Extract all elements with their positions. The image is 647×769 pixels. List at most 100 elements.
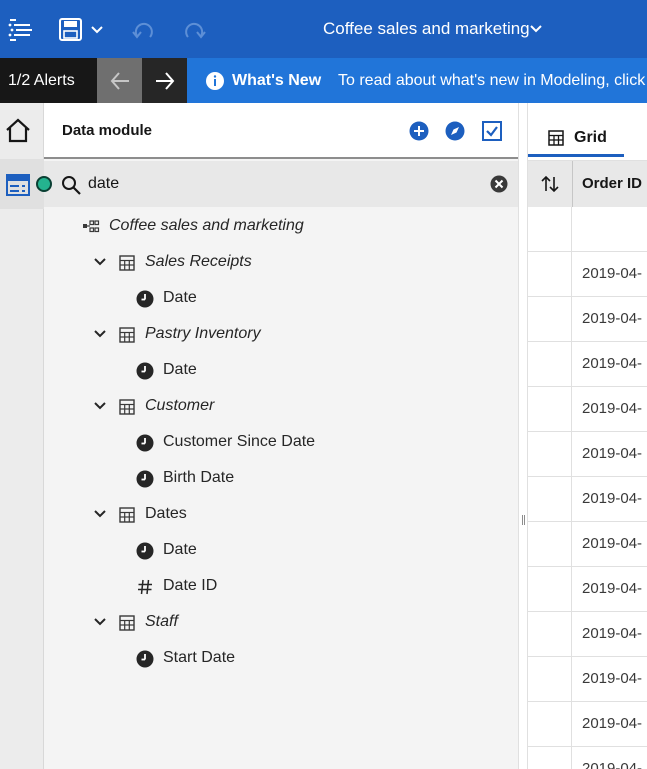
model-icon	[83, 220, 100, 233]
table-row[interactable]: 2019-04-	[528, 252, 647, 297]
redo-icon[interactable]	[182, 19, 208, 43]
module-title[interactable]: Coffee sales and marketing	[323, 19, 530, 39]
order-id-cell: 2019-04-	[582, 580, 643, 597]
alerts-count[interactable]: 1/2 Alerts	[0, 58, 97, 103]
left-rail	[0, 103, 52, 769]
table-row[interactable]: 2019-04-	[528, 522, 647, 567]
tree-field-label: Date	[163, 289, 197, 306]
tree-field[interactable]: Date	[44, 533, 518, 569]
tree-table[interactable]: Pastry Inventory	[44, 317, 518, 353]
row-number-cell	[528, 657, 572, 702]
tree-field[interactable]: Date	[44, 281, 518, 317]
column-separator	[572, 161, 573, 207]
row-number-cell	[528, 477, 572, 522]
tree-table-label: Dates	[145, 505, 187, 522]
chevron-down-icon[interactable]	[93, 508, 107, 520]
splitter-grip[interactable]	[522, 515, 525, 525]
table-row[interactable]: 2019-04-	[528, 567, 647, 612]
order-id-cell: 2019-04-	[582, 490, 643, 507]
row-number-cell	[528, 207, 572, 252]
tree-field[interactable]: Start Date	[44, 641, 518, 677]
top-toolbar: Coffee sales and marketing	[0, 0, 647, 58]
tree-field[interactable]: Date	[44, 353, 518, 389]
tree-root-label: Coffee sales and marketing	[109, 217, 304, 234]
validate-icon[interactable]	[481, 120, 503, 142]
order-id-cell: 2019-04-	[582, 310, 643, 327]
clock-icon	[136, 362, 154, 380]
alert-message[interactable]: To read about what's new in Modeling, cl…	[338, 72, 645, 90]
tree-table[interactable]: Sales Receipts	[44, 245, 518, 281]
undo-icon[interactable]	[130, 19, 156, 43]
add-icon[interactable]	[409, 121, 429, 141]
tree-table[interactable]: Staff	[44, 605, 518, 641]
sort-icon[interactable]	[540, 174, 560, 194]
table-row[interactable]	[528, 207, 647, 252]
order-id-cell: 2019-04-	[582, 670, 643, 687]
table-row[interactable]: 2019-04-	[528, 612, 647, 657]
order-id-cell: 2019-04-	[582, 445, 643, 462]
table-icon	[119, 507, 135, 523]
table-icon	[119, 615, 135, 631]
tree-field[interactable]: Date ID	[44, 569, 518, 605]
panel-header: Data module	[44, 103, 518, 159]
menu-icon[interactable]	[4, 14, 36, 46]
table-row[interactable]: 2019-04-	[528, 477, 647, 522]
grid-header: Order ID	[528, 161, 647, 207]
clock-icon	[136, 470, 154, 488]
whats-new-label: What's New	[232, 72, 322, 89]
chevron-down-icon[interactable]	[93, 616, 107, 628]
search-bar	[44, 161, 518, 207]
tree-field-label: Birth Date	[163, 469, 235, 486]
tree-table[interactable]: Customer	[44, 389, 518, 425]
table-row[interactable]: 2019-04-	[528, 702, 647, 747]
compass-icon[interactable]	[445, 121, 465, 141]
clock-icon	[136, 290, 154, 308]
row-number-cell	[528, 297, 572, 342]
table-row[interactable]: 2019-04-	[528, 297, 647, 342]
save-icon[interactable]	[58, 18, 84, 42]
table-row[interactable]: 2019-04-	[528, 387, 647, 432]
tree-table-label: Staff	[145, 613, 178, 630]
clear-icon[interactable]	[490, 175, 508, 193]
data-module-icon[interactable]	[6, 174, 30, 196]
alert-bar: 1/2 Alerts What's New To read about what…	[0, 58, 647, 103]
row-number-cell	[528, 522, 572, 567]
table-row[interactable]: 2019-04-	[528, 432, 647, 477]
table-row[interactable]: 2019-04-	[528, 342, 647, 387]
table-row[interactable]: 2019-04-	[528, 747, 647, 769]
chevron-down-icon[interactable]	[529, 23, 543, 35]
panel-splitter[interactable]	[518, 103, 528, 769]
row-number-cell	[528, 567, 572, 612]
search-icon	[62, 176, 81, 195]
column-header-order-id[interactable]: Order ID	[582, 175, 642, 192]
tree-field[interactable]: Birth Date	[44, 461, 518, 497]
clock-icon	[136, 434, 154, 452]
home-icon[interactable]	[5, 117, 31, 143]
clock-icon	[136, 542, 154, 560]
tree-field[interactable]: Customer Since Date	[44, 425, 518, 461]
arrow-right-icon	[156, 72, 175, 90]
row-number-cell	[528, 702, 572, 747]
order-id-cell: 2019-04-	[582, 715, 643, 732]
chevron-down-icon[interactable]	[93, 400, 107, 412]
previous-alert-button[interactable]	[97, 58, 142, 103]
chevron-down-icon[interactable]	[90, 24, 104, 36]
row-number-cell	[528, 747, 572, 769]
row-number-cell	[528, 387, 572, 432]
order-id-cell: 2019-04-	[582, 355, 643, 372]
clock-icon	[136, 650, 154, 668]
table-row[interactable]: 2019-04-	[528, 657, 647, 702]
tree-table-label: Sales Receipts	[145, 253, 252, 270]
tab-grid-label: Grid	[574, 129, 607, 146]
tree-table[interactable]: Dates	[44, 497, 518, 533]
search-input[interactable]	[86, 171, 476, 197]
order-id-cell: 2019-04-	[582, 625, 643, 642]
tab-grid[interactable]: Grid	[528, 103, 624, 157]
next-alert-button[interactable]	[142, 58, 187, 103]
chevron-down-icon[interactable]	[93, 328, 107, 340]
row-number-cell	[528, 432, 572, 477]
info-icon	[206, 72, 224, 90]
row-number-cell	[528, 252, 572, 297]
tree-root[interactable]: Coffee sales and marketing	[44, 209, 518, 245]
chevron-down-icon[interactable]	[93, 256, 107, 268]
